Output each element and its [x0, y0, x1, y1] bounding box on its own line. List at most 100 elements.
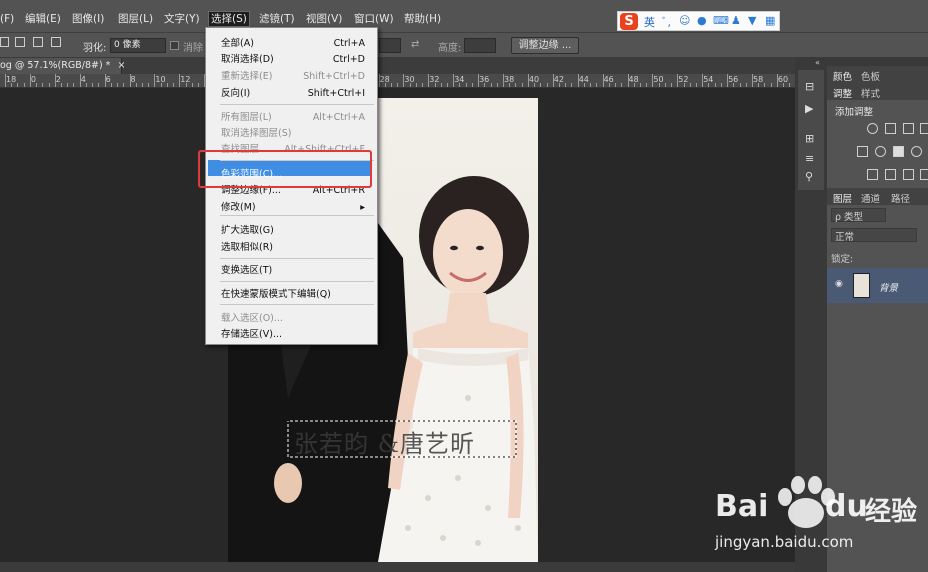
- menu-item[interactable]: 所有图层(L) Alt+Ctrl+A: [221, 111, 371, 125]
- ruler-tick: [453, 74, 455, 87]
- ruler-minor-tick: [546, 83, 548, 87]
- width-input[interactable]: [379, 38, 401, 53]
- ruler-minor-tick: [409, 83, 411, 87]
- menu-filter[interactable]: 滤镜(T): [259, 12, 295, 26]
- black-white-icon[interactable]: [893, 146, 904, 157]
- user-icon[interactable]: ♟: [731, 14, 741, 27]
- ruler-minor-tick: [515, 83, 517, 87]
- menu-item[interactable]: 全部(A) Ctrl+A: [221, 37, 371, 51]
- swap-icon[interactable]: ⇄: [411, 39, 419, 50]
- brightness-icon[interactable]: [867, 123, 878, 134]
- tab-channels[interactable]: 通道: [861, 191, 880, 205]
- ruler-tick: [5, 74, 6, 87]
- menu-item[interactable]: 变换选区(T): [221, 264, 371, 278]
- ruler-minor-tick: [61, 83, 62, 87]
- menu-item[interactable]: 反向(I) Shift+Ctrl+I: [221, 87, 371, 101]
- menu-item[interactable]: 载入选区(O)...: [221, 312, 371, 326]
- menu-item[interactable]: 在快速蒙版模式下编辑(Q): [221, 288, 371, 302]
- color-balance-icon[interactable]: [875, 146, 886, 157]
- feather-label: 羽化:: [83, 43, 107, 54]
- refine-edge-button[interactable]: 调整边缘 ...: [511, 37, 579, 54]
- menu-file[interactable]: (F): [0, 12, 14, 26]
- menu-item-shortcut: Ctrl+D: [332, 54, 365, 65]
- curves-icon[interactable]: [903, 123, 914, 134]
- height-input[interactable]: [464, 38, 496, 53]
- feather-input[interactable]: 0 像素: [110, 38, 166, 53]
- ruler-minor-tick: [98, 83, 100, 87]
- tab-adjustments[interactable]: 调整: [833, 86, 852, 100]
- photo-filter-icon[interactable]: [911, 146, 922, 157]
- ruler-tick: [627, 74, 629, 87]
- tab-swatches[interactable]: 色板: [861, 69, 880, 83]
- horizontal-scrollbar[interactable]: [0, 562, 795, 572]
- collapse-icon[interactable]: «: [815, 58, 820, 67]
- levels-icon[interactable]: [885, 123, 896, 134]
- height-label: 高度:: [438, 43, 462, 54]
- tab-color[interactable]: 颜色: [833, 69, 852, 83]
- menu-item[interactable]: 存储选区(V)...: [221, 328, 371, 342]
- menu-item[interactable]: 选取相似(R): [221, 241, 371, 255]
- ruler-minor-tick: [117, 83, 118, 87]
- layer-kind-filter[interactable]: ρ 类型: [831, 208, 886, 223]
- invert-icon[interactable]: [867, 169, 878, 180]
- tab-layers[interactable]: 图层: [833, 191, 852, 205]
- antialias-checkbox[interactable]: [170, 41, 179, 50]
- subtract-selection-icon[interactable]: [33, 37, 43, 47]
- tab-styles[interactable]: 样式: [861, 86, 880, 100]
- layer-thumbnail: [853, 273, 870, 298]
- emoji-icon[interactable]: ☺: [679, 14, 690, 27]
- keyboard-icon[interactable]: ⌨: [713, 14, 729, 27]
- menu-item-label: 所有图层(L): [221, 112, 272, 123]
- ruler-minor-tick: [534, 83, 536, 87]
- posterize-icon[interactable]: [885, 169, 896, 180]
- new-selection-icon[interactable]: [0, 37, 9, 47]
- exposure-icon[interactable]: [920, 123, 928, 134]
- menu-edit[interactable]: 编辑(E): [25, 12, 61, 26]
- ruler-minor-tick: [390, 83, 392, 87]
- panel-icon-strip: ⊟ ▶ ⊞ ≡ ⚲: [798, 70, 824, 190]
- menu-layer[interactable]: 图层(L): [118, 12, 153, 26]
- menu-image[interactable]: 图像(I): [72, 12, 104, 26]
- ime-punct[interactable]: ﾞ,: [662, 14, 671, 30]
- grid-icon[interactable]: ▦: [765, 14, 775, 27]
- tab-paths[interactable]: 路径: [891, 191, 910, 205]
- gradient-map-icon[interactable]: [920, 169, 928, 180]
- intersect-selection-icon[interactable]: [51, 37, 61, 47]
- menu-select[interactable]: 选择(S): [208, 11, 250, 27]
- ruler-minor-tick: [185, 83, 187, 87]
- menu-view[interactable]: 视图(V): [306, 12, 342, 26]
- menu-item[interactable]: 扩大选取(G): [221, 224, 371, 238]
- properties-icon[interactable]: ⊞: [805, 132, 814, 145]
- layer-row[interactable]: ◉ 背景: [827, 268, 928, 303]
- layer-name[interactable]: 背景: [879, 280, 898, 294]
- baidu-url: jingyan.baidu.com: [715, 533, 854, 551]
- menu-item[interactable]: 取消选择图层(S): [221, 127, 371, 141]
- info-icon[interactable]: ≡: [805, 152, 814, 165]
- shirt-icon[interactable]: ▼: [748, 14, 756, 27]
- ruler-minor-tick: [583, 83, 585, 87]
- ime-lang[interactable]: 英: [644, 14, 655, 30]
- blend-mode-select[interactable]: 正常: [831, 228, 917, 243]
- menu-item[interactable]: 修改(M) ▸: [221, 201, 371, 215]
- menu-item[interactable]: 取消选择(D) Ctrl+D: [221, 53, 371, 67]
- ruler-minor-tick: [484, 83, 486, 87]
- threshold-icon[interactable]: [903, 169, 914, 180]
- document-tab[interactable]: og @ 57.1%(RGB/8#) * ×: [0, 58, 125, 74]
- vibrance-icon[interactable]: [857, 146, 868, 157]
- close-icon[interactable]: ×: [117, 60, 125, 71]
- menu-type[interactable]: 文字(Y): [164, 12, 200, 26]
- eye-icon[interactable]: ◉: [835, 279, 843, 289]
- menu-help[interactable]: 帮助(H): [404, 12, 441, 26]
- ruler-minor-tick: [67, 83, 69, 87]
- actions-play-icon[interactable]: ▶: [805, 102, 813, 115]
- menu-window[interactable]: 窗口(W): [354, 12, 394, 26]
- brush-icon[interactable]: ⚲: [805, 170, 813, 183]
- menu-item[interactable]: 重新选择(E) Shift+Ctrl+D: [221, 70, 371, 84]
- add-selection-icon[interactable]: [15, 37, 25, 47]
- ruler-minor-tick: [197, 83, 199, 87]
- ime-toolbar[interactable]: S 英 ﾞ, ☺ ● ⌨ ♟ ▼ ▦: [617, 11, 780, 31]
- ruler-tick: [154, 74, 156, 87]
- mic-icon[interactable]: ●: [697, 14, 707, 27]
- horizontal-ruler: 1802468101214161820222426283032343638404…: [0, 74, 795, 88]
- history-icon[interactable]: ⊟: [805, 80, 814, 93]
